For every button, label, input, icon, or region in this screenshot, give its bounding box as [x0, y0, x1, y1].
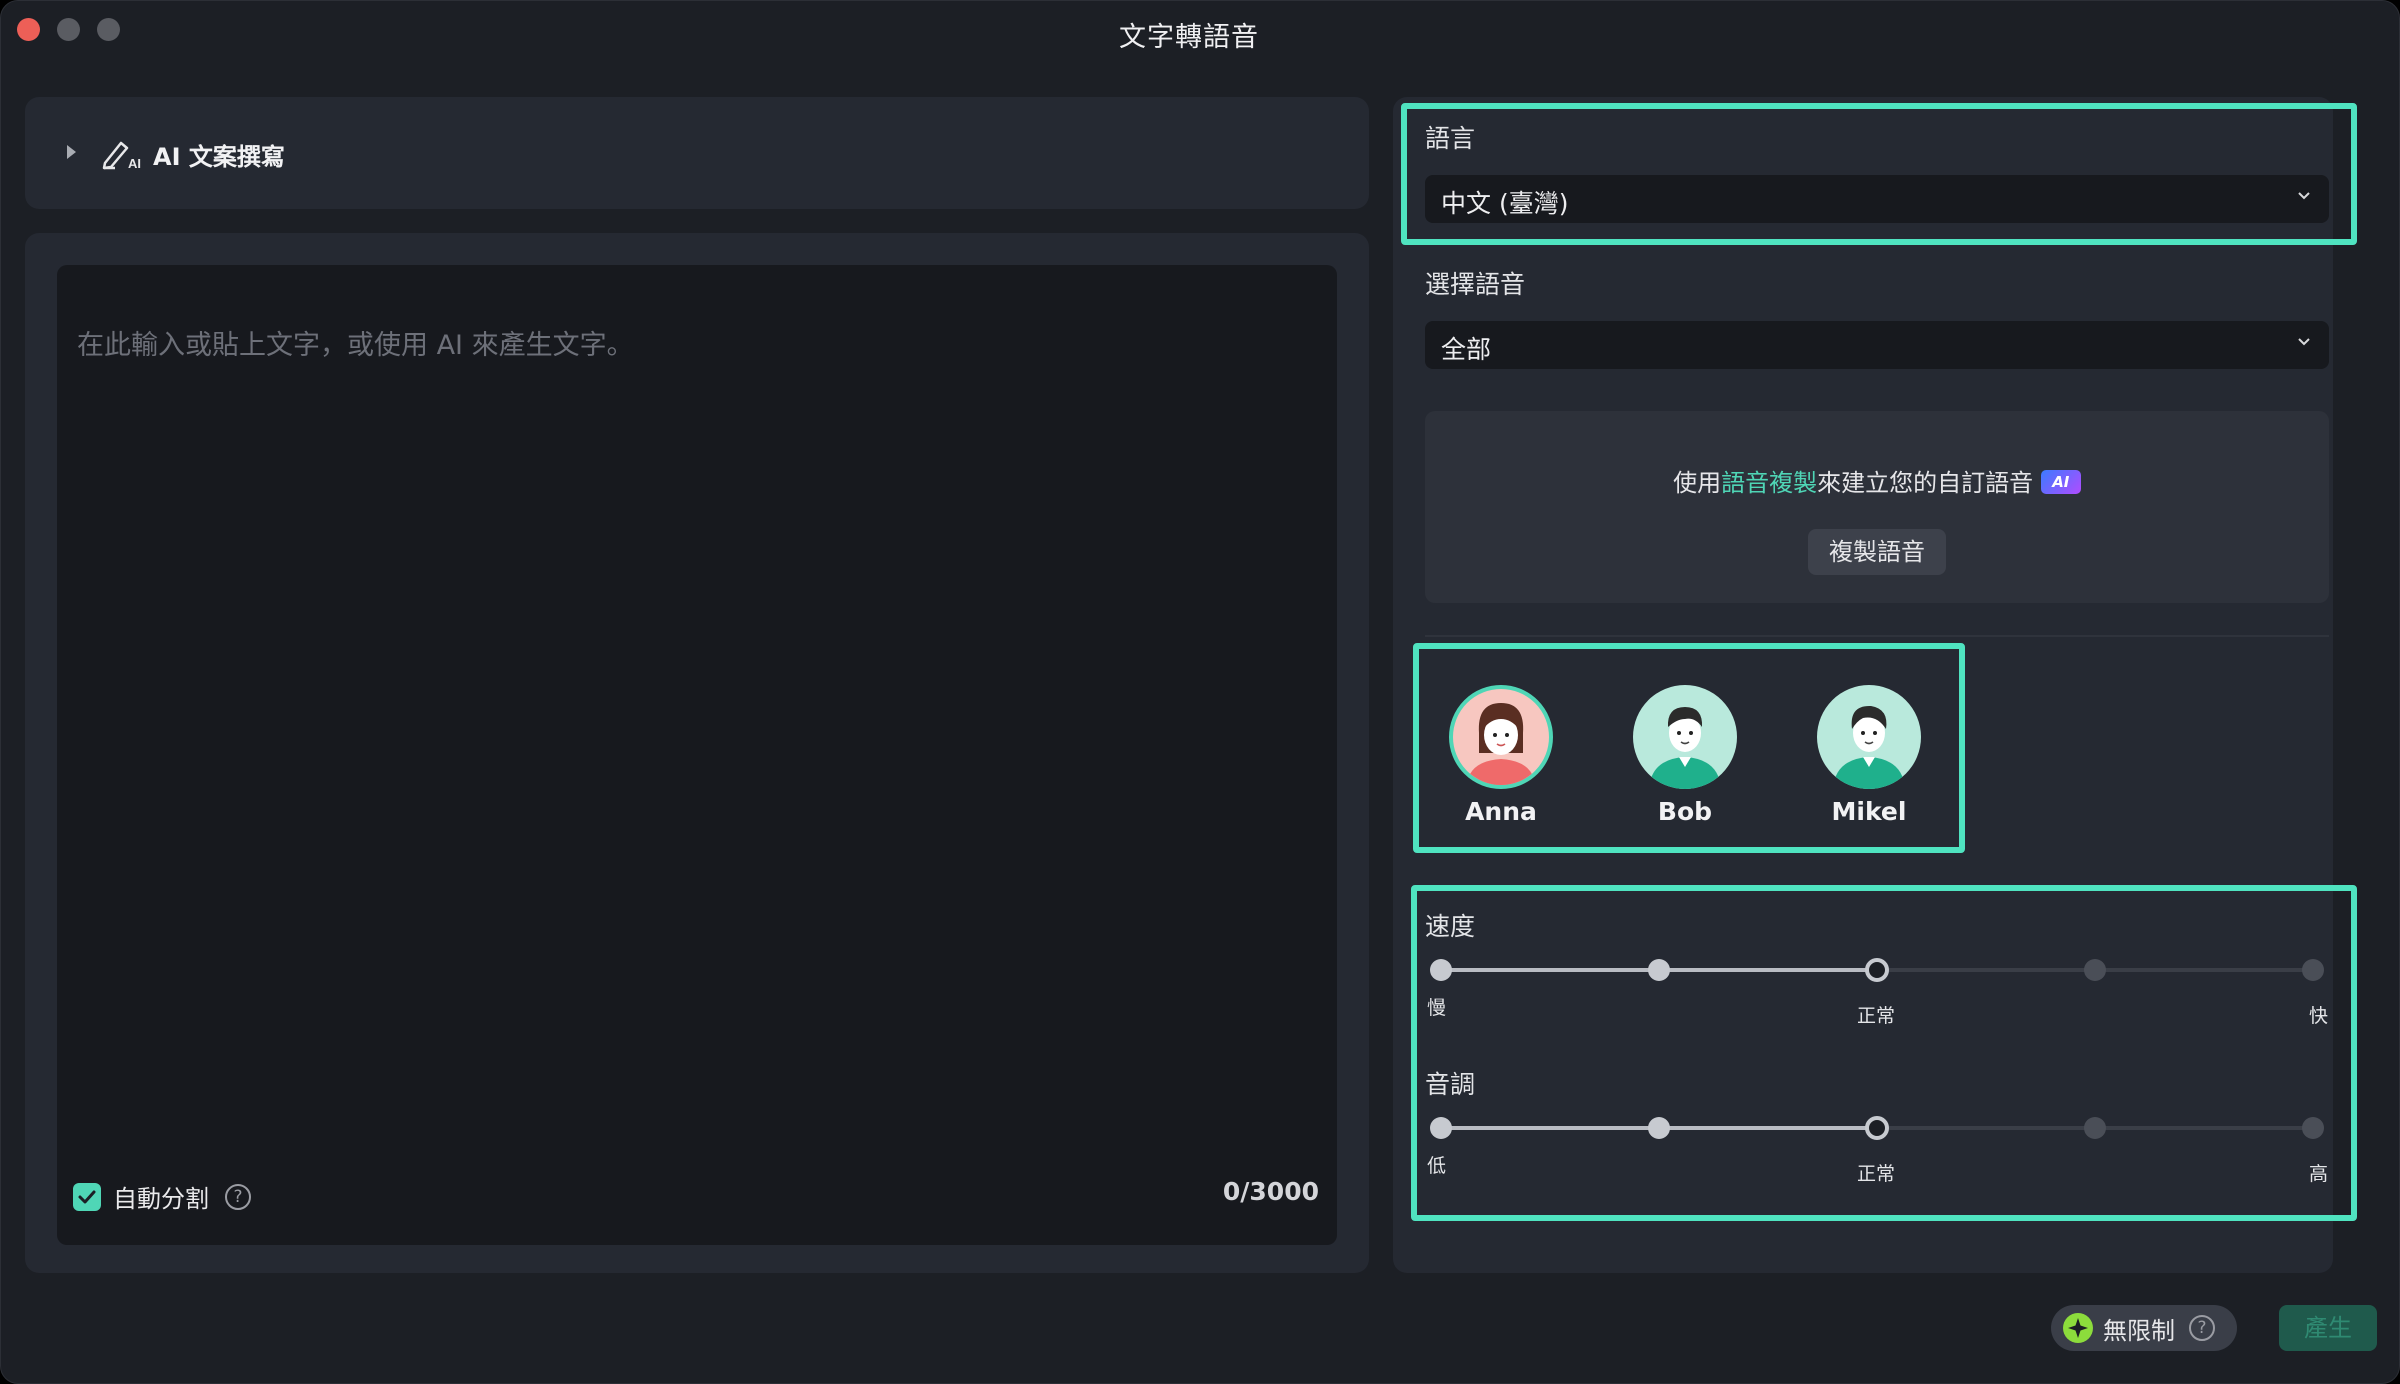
help-icon[interactable]: ? — [225, 1183, 251, 1210]
unlimited-label: 無限制 — [2103, 1316, 2175, 1345]
text-to-speech-window: 文字轉語音 AI AI 文案撰寫 在此輸入或貼上文字，或使用 AI 來產生文字。… — [0, 0, 2400, 1384]
check-icon — [78, 1190, 96, 1203]
window-title: 文字轉語音 — [1119, 22, 1259, 53]
voice-select-label: 選擇語音 — [1425, 270, 1526, 299]
clone-text-after: 來建立您的自訂語音 — [1817, 469, 2034, 497]
section-divider — [1425, 635, 2329, 637]
auto-split-label: 自動分割 — [113, 1185, 209, 1213]
language-highlight-box — [1401, 103, 2357, 245]
svg-text:AI: AI — [128, 156, 141, 171]
chevron-down-icon — [2298, 338, 2310, 346]
unlimited-credits-pill[interactable]: 無限制 ? — [2051, 1305, 2237, 1351]
text-input-panel: 在此輸入或貼上文字，或使用 AI 來產生文字。 自動分割 ? 0/3000 — [25, 233, 1369, 1273]
expand-caret-icon[interactable] — [67, 145, 76, 159]
generate-button[interactable]: 產生 — [2279, 1305, 2377, 1351]
ai-writer-label: AI 文案撰寫 — [153, 143, 285, 171]
character-count: 0/3000 — [1222, 1177, 1319, 1206]
ai-pen-icon: AI — [102, 141, 141, 171]
auto-split-option[interactable]: 自動分割 ? — [73, 1179, 251, 1214]
voice-clone-link[interactable]: 語音複製 — [1721, 469, 1817, 497]
script-text-area[interactable]: 在此輸入或貼上文字，或使用 AI 來產生文字。 自動分割 ? 0/3000 — [57, 265, 1337, 1245]
voice-clone-card: 使用語音複製來建立您的自訂語音 AI 複製語音 — [1425, 411, 2329, 603]
voice-filter-value: 全部 — [1441, 335, 1492, 364]
ai-badge: AI — [2040, 470, 2081, 494]
ai-writer-panel[interactable]: AI AI 文案撰寫 — [25, 97, 1369, 209]
clone-text-before: 使用 — [1673, 469, 1722, 497]
text-placeholder: 在此輸入或貼上文字，或使用 AI 來產生文字。 — [77, 330, 634, 361]
clone-voice-button[interactable]: 複製語音 — [1808, 529, 1946, 575]
help-icon[interactable]: ? — [2189, 1315, 2215, 1341]
voice-clone-text: 使用語音複製來建立您的自訂語音 AI — [1425, 463, 2329, 498]
sparkle-icon — [2063, 1313, 2093, 1343]
voice-filter-dropdown[interactable]: 全部 — [1425, 321, 2329, 369]
auto-split-checkbox[interactable] — [73, 1182, 101, 1211]
voices-highlight-box — [1413, 643, 1965, 853]
sliders-highlight-box — [1411, 885, 2357, 1221]
